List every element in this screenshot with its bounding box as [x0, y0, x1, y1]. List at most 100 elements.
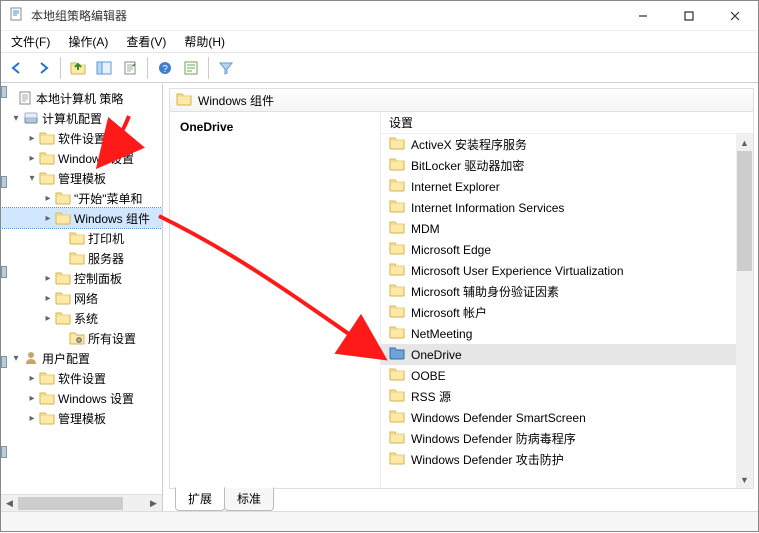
- folder-icon: [39, 390, 55, 406]
- folder-icon: [69, 250, 85, 266]
- column-label: 设置: [389, 114, 413, 131]
- tree-windows-settings[interactable]: ▸ Windows 设置: [1, 148, 162, 168]
- toolbar-separator: [208, 57, 209, 79]
- collapse-icon[interactable]: ▾: [9, 113, 23, 124]
- list-item[interactable]: Windows Defender 攻击防护: [381, 449, 736, 470]
- tree-root[interactable]: 本地计算机 策略: [1, 88, 162, 108]
- tree-computer-config[interactable]: ▾ 计算机配置: [1, 108, 162, 128]
- back-button[interactable]: [5, 56, 29, 80]
- list-item[interactable]: Microsoft 辅助身份验证因素: [381, 281, 736, 302]
- expand-icon[interactable]: ▸: [25, 373, 39, 384]
- list-item-label: ActiveX 安装程序服务: [411, 136, 527, 153]
- tree-network[interactable]: ▸ 网络: [1, 288, 162, 308]
- minimize-button[interactable]: [620, 1, 666, 31]
- tree-server[interactable]: 服务器: [1, 248, 162, 268]
- tree-label: 打印机: [88, 230, 124, 247]
- scroll-thumb[interactable]: [737, 151, 752, 271]
- tree-start-menu[interactable]: ▸ "开始"菜单和: [1, 188, 162, 208]
- collapse-icon[interactable]: ▾: [9, 353, 23, 364]
- tree-label: Windows 组件: [74, 210, 150, 227]
- tree-label: 管理模板: [58, 170, 106, 187]
- tab-extended[interactable]: 扩展: [175, 487, 225, 511]
- list-item[interactable]: Internet Explorer: [381, 176, 736, 197]
- toolbar-separator: [60, 57, 61, 79]
- menu-action[interactable]: 操作(A): [64, 31, 112, 52]
- tree-h-scrollbar[interactable]: ◀ ▶: [1, 494, 162, 511]
- close-button[interactable]: [712, 1, 758, 31]
- folder-icon: [389, 303, 405, 322]
- expand-icon[interactable]: ▸: [25, 153, 39, 164]
- up-button[interactable]: [66, 56, 90, 80]
- list-item[interactable]: Microsoft 帐户: [381, 302, 736, 323]
- list-item[interactable]: BitLocker 驱动器加密: [381, 155, 736, 176]
- list-item[interactable]: Microsoft Edge: [381, 239, 736, 260]
- scroll-thumb[interactable]: [18, 497, 123, 510]
- toolbar: ?: [1, 53, 758, 83]
- scroll-track[interactable]: [736, 151, 753, 471]
- tree-control-panel[interactable]: ▸ 控制面板: [1, 268, 162, 288]
- tree-windows-components[interactable]: ▸ Windows 组件: [1, 208, 162, 228]
- tree-software-settings[interactable]: ▸ 软件设置: [1, 128, 162, 148]
- list-item[interactable]: RSS 源: [381, 386, 736, 407]
- help-button[interactable]: ?: [153, 56, 177, 80]
- tree-label: 控制面板: [74, 270, 122, 287]
- column-header-settings[interactable]: 设置: [381, 112, 753, 134]
- expand-icon[interactable]: ▸: [41, 273, 55, 284]
- expand-icon[interactable]: ▸: [41, 313, 55, 324]
- properties-button[interactable]: [179, 56, 203, 80]
- tree-user-config[interactable]: ▾ 用户配置: [1, 348, 162, 368]
- tree[interactable]: 本地计算机 策略 ▾ 计算机配置 ▸: [1, 84, 162, 494]
- filter-button[interactable]: [214, 56, 238, 80]
- list-item[interactable]: ActiveX 安装程序服务: [381, 134, 736, 155]
- list-item-label: RSS 源: [411, 388, 451, 405]
- tree-label: 网络: [74, 290, 98, 307]
- tree-all-settings[interactable]: 所有设置: [1, 328, 162, 348]
- tree-user-admin-templates[interactable]: ▸ 管理模板: [1, 408, 162, 428]
- menu-view[interactable]: 查看(V): [122, 31, 170, 52]
- expand-icon[interactable]: ▸: [25, 133, 39, 144]
- list-item[interactable]: Windows Defender 防病毒程序: [381, 428, 736, 449]
- list-item[interactable]: Windows Defender SmartScreen: [381, 407, 736, 428]
- list-item[interactable]: Microsoft User Experience Virtualization: [381, 260, 736, 281]
- list-item[interactable]: MDM: [381, 218, 736, 239]
- list-item[interactable]: OneDrive: [381, 344, 736, 365]
- scroll-track[interactable]: [18, 496, 145, 511]
- list-item[interactable]: Internet Information Services: [381, 197, 736, 218]
- list-v-scrollbar[interactable]: ▲ ▼: [736, 134, 753, 488]
- expand-icon[interactable]: ▸: [41, 293, 55, 304]
- folder-icon: [389, 198, 405, 217]
- scroll-up-icon[interactable]: ▲: [736, 134, 753, 151]
- tree-user-software[interactable]: ▸ 软件设置: [1, 368, 162, 388]
- tree-label: 系统: [74, 310, 98, 327]
- list-item-label: Internet Information Services: [411, 201, 564, 215]
- menu-help[interactable]: 帮助(H): [180, 31, 229, 52]
- tree-printers[interactable]: 打印机: [1, 228, 162, 248]
- expand-icon[interactable]: ▸: [41, 213, 55, 224]
- list-item[interactable]: OOBE: [381, 365, 736, 386]
- maximize-button[interactable]: [666, 1, 712, 31]
- folder-icon: [389, 219, 405, 238]
- folder-icon: [389, 156, 405, 175]
- tree-system[interactable]: ▸ 系统: [1, 308, 162, 328]
- show-hide-tree-button[interactable]: [92, 56, 116, 80]
- export-list-button[interactable]: [118, 56, 142, 80]
- tab-standard[interactable]: 标准: [224, 487, 274, 511]
- policy-icon: [17, 90, 33, 106]
- list-item-label: Internet Explorer: [411, 180, 500, 194]
- menu-file[interactable]: 文件(F): [7, 31, 54, 52]
- expand-icon[interactable]: ▸: [25, 393, 39, 404]
- scroll-left-icon[interactable]: ◀: [1, 496, 18, 511]
- scroll-right-icon[interactable]: ▶: [145, 496, 162, 511]
- list-item-label: Windows Defender 攻击防护: [411, 451, 564, 468]
- tree-label: 软件设置: [58, 370, 106, 387]
- expand-icon[interactable]: ▸: [25, 413, 39, 424]
- tree-label: 计算机配置: [42, 110, 102, 127]
- expand-icon[interactable]: ▸: [41, 193, 55, 204]
- settings-list[interactable]: ActiveX 安装程序服务 BitLocker 驱动器加密 Internet Ex…: [381, 134, 736, 488]
- collapse-icon[interactable]: ▾: [25, 173, 39, 184]
- list-item[interactable]: NetMeeting: [381, 323, 736, 344]
- scroll-down-icon[interactable]: ▼: [736, 471, 753, 488]
- tree-user-windows[interactable]: ▸ Windows 设置: [1, 388, 162, 408]
- forward-button[interactable]: [31, 56, 55, 80]
- tree-admin-templates[interactable]: ▾ 管理模板: [1, 168, 162, 188]
